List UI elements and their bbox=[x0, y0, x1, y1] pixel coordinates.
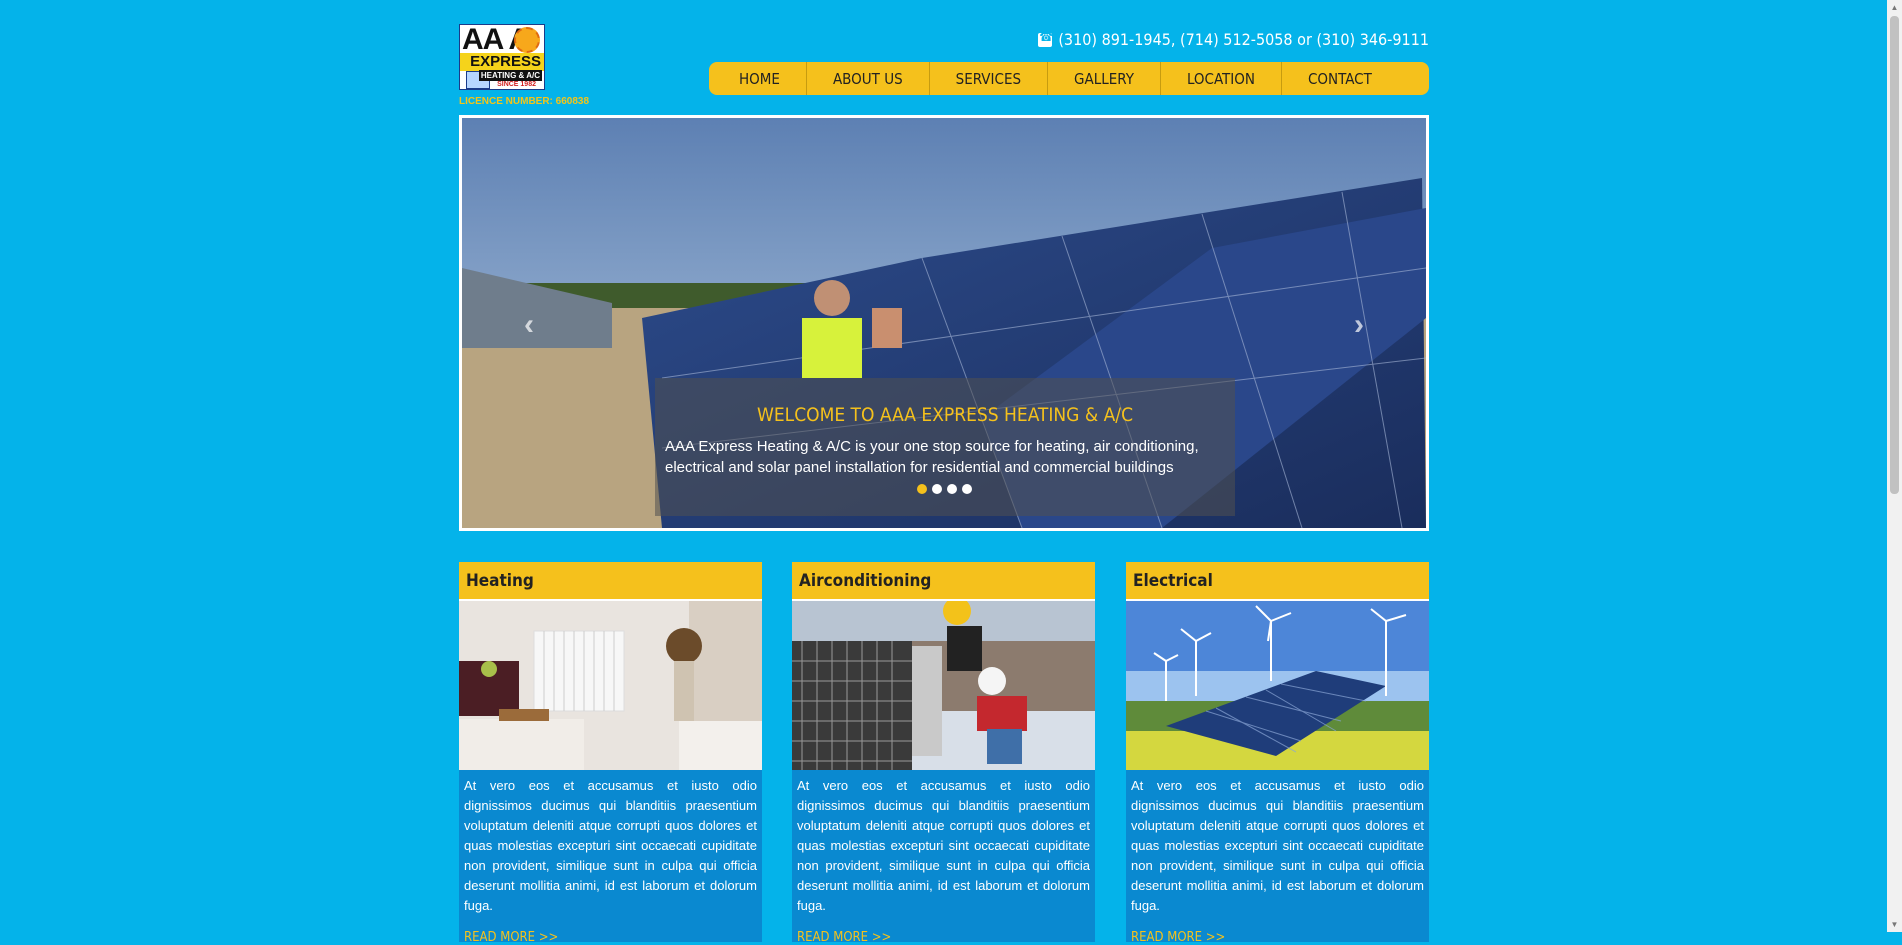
read-more-link[interactable]: READ MORE >> bbox=[792, 916, 1095, 945]
card-description: At vero eos et accusamus et iusto odio d… bbox=[797, 778, 1090, 913]
card-title: Airconditioning bbox=[792, 562, 1095, 601]
page-container: AA A EXPRESS HEATING & A/C SINCE 1982 LI… bbox=[459, 0, 1429, 945]
slider-caption-text: AAA Express Heating & A/C is your one st… bbox=[665, 438, 1199, 476]
read-more-link[interactable]: READ MORE >> bbox=[1126, 916, 1429, 945]
main-nav: HOME ABOUT US SERVICES GALLERY LOCATION … bbox=[709, 62, 1429, 95]
solar-windmill-photo bbox=[1126, 601, 1429, 770]
card-title: Electrical bbox=[1126, 562, 1429, 601]
slider-prev-arrow[interactable]: ‹ bbox=[524, 308, 534, 342]
airconditioning-photo bbox=[792, 601, 1095, 770]
card-description: At vero eos et accusamus et iusto odio d… bbox=[1131, 778, 1424, 913]
hero-slider[interactable]: ‹ › WELCOME TO AAA EXPRESS HEATING & A/C… bbox=[459, 115, 1429, 531]
slider-dot-1[interactable] bbox=[917, 484, 927, 494]
heating-photo bbox=[459, 601, 762, 770]
phone-icon bbox=[1038, 30, 1053, 47]
logo-heating-text: HEATING & A/C bbox=[478, 70, 542, 81]
card-title: Heating bbox=[459, 562, 762, 601]
page-scrollbar[interactable]: ▲ ▼ bbox=[1887, 0, 1902, 932]
slider-caption-title: WELCOME TO AAA EXPRESS HEATING & A/C bbox=[756, 404, 1134, 426]
logo-since-text: SINCE 1982 bbox=[497, 81, 536, 88]
phone-text: (310) 891-1945, (714) 512-5058 or (310) … bbox=[1058, 30, 1429, 49]
slider-caption: WELCOME TO AAA EXPRESS HEATING & A/C AAA… bbox=[655, 378, 1235, 516]
nav-item-location[interactable]: LOCATION bbox=[1161, 62, 1282, 95]
service-card-electrical: Electrical At vero eos et accusamus et i… bbox=[1126, 562, 1429, 945]
company-logo[interactable]: AA A EXPRESS HEATING & A/C SINCE 1982 bbox=[459, 24, 545, 90]
scroll-up-arrow-icon[interactable]: ▲ bbox=[1887, 0, 1902, 15]
read-more-link[interactable]: READ MORE >> bbox=[459, 916, 762, 945]
slider-dot-4[interactable] bbox=[962, 484, 972, 494]
slider-dot-2[interactable] bbox=[932, 484, 942, 494]
scroll-down-arrow-icon[interactable]: ▼ bbox=[1887, 917, 1902, 932]
nav-item-about-us[interactable]: ABOUT US bbox=[807, 62, 930, 95]
service-card-heating: Heating At vero eos et accusamus et iust… bbox=[459, 562, 762, 945]
phone-numbers: (310) 891-1945, (714) 512-5058 or (310) … bbox=[1038, 30, 1429, 49]
nav-item-gallery[interactable]: GALLERY bbox=[1048, 62, 1161, 95]
nav-item-home[interactable]: HOME bbox=[713, 62, 807, 95]
slider-next-arrow[interactable]: › bbox=[1354, 308, 1364, 342]
nav-item-services[interactable]: SERVICES bbox=[930, 62, 1049, 95]
nav-item-contact[interactable]: CONTACT bbox=[1282, 62, 1398, 95]
licence-number: LICENCE NUMBER: 660838 bbox=[459, 96, 590, 107]
service-card-airconditioning: Airconditioning At vero eos et accusamus… bbox=[792, 562, 1095, 945]
logo-express-text: EXPRESS bbox=[470, 53, 541, 70]
sun-icon bbox=[514, 27, 540, 53]
scroll-thumb[interactable] bbox=[1890, 16, 1899, 494]
slider-dot-3[interactable] bbox=[947, 484, 957, 494]
slider-pagination bbox=[917, 484, 972, 494]
card-description: At vero eos et accusamus et iusto odio d… bbox=[464, 778, 757, 913]
